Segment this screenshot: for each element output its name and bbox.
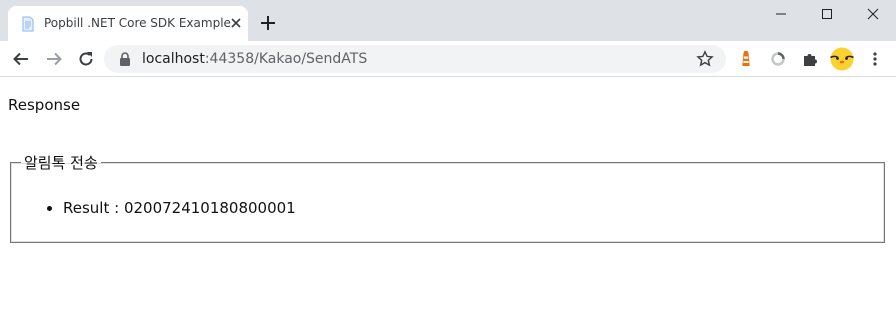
tab-title: Popbill .NET Core SDK Example	[44, 16, 231, 30]
document-icon	[22, 16, 34, 32]
maximize-icon	[822, 9, 832, 19]
result-list: Result : 020072410180800001	[63, 199, 296, 217]
arrow-left-icon[interactable]	[12, 50, 30, 68]
maximize-button[interactable]	[804, 0, 850, 28]
page-content: Response 알림톡 전송 Result : 020072410180800…	[0, 78, 896, 325]
tab-strip: Popbill .NET Core SDK Example	[0, 0, 896, 41]
lighthouse-icon[interactable]	[737, 50, 755, 68]
more-vert-icon[interactable]	[866, 50, 884, 68]
fieldset-legend: 알림톡 전송	[24, 154, 98, 172]
url-text: localhost:44358/Kakao/SendATS	[142, 51, 368, 67]
puzzle-icon[interactable]	[801, 50, 819, 68]
minimize-button[interactable]	[758, 0, 804, 28]
profile-avatar-icon[interactable]	[830, 47, 854, 71]
window-close-button[interactable]	[850, 0, 896, 28]
close-icon	[867, 8, 879, 20]
arrow-right-icon[interactable]	[45, 50, 63, 68]
reload-icon[interactable]	[77, 50, 95, 68]
close-icon[interactable]	[228, 15, 244, 31]
result-fieldset: 알림톡 전송 Result : 020072410180800001	[10, 152, 885, 243]
loading-icon[interactable]	[769, 50, 787, 68]
minimize-icon	[776, 13, 786, 15]
browser-toolbar: localhost:44358/Kakao/SendATS	[0, 41, 896, 77]
address-bar[interactable]: localhost:44358/Kakao/SendATS	[104, 45, 726, 73]
lock-icon[interactable]	[119, 52, 131, 66]
page-title: Response	[8, 96, 81, 114]
star-icon[interactable]	[696, 50, 714, 68]
plus-icon[interactable]	[259, 14, 277, 32]
browser-tab[interactable]: Popbill .NET Core SDK Example	[8, 6, 248, 41]
list-item: Result : 020072410180800001	[63, 199, 296, 217]
